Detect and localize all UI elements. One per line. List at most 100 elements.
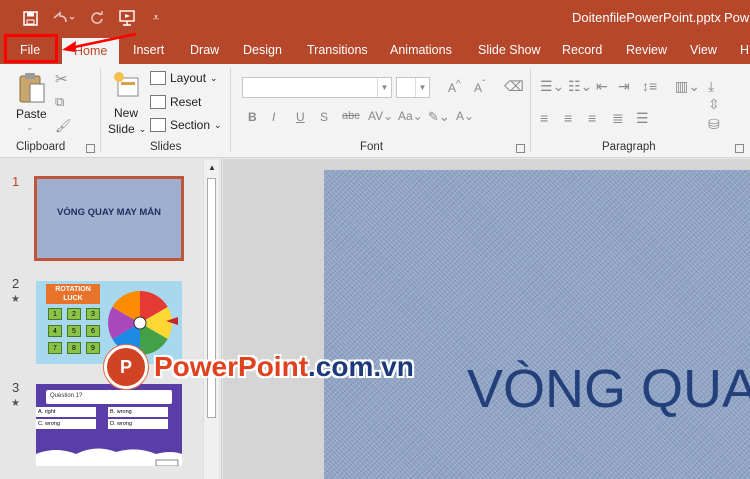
grid-cell: 4: [48, 325, 62, 337]
underline-button[interactable]: U: [296, 110, 305, 124]
tab-animations[interactable]: Animations: [390, 36, 452, 64]
clipboard-group-label: Clipboard: [16, 141, 66, 153]
paste-button[interactable]: Paste: [16, 107, 47, 121]
bullets-icon[interactable]: ☰⌄: [540, 78, 564, 95]
new-slide-label-line1[interactable]: New: [114, 106, 138, 120]
font-size-combo[interactable]: ▼: [396, 77, 430, 98]
line-spacing-icon[interactable]: ↕≡: [642, 78, 657, 94]
paragraph-group-label: Paragraph: [602, 141, 656, 153]
change-case-icon[interactable]: Aa⌄: [398, 109, 423, 123]
grid-cell: 3: [86, 308, 100, 320]
increase-indent-icon[interactable]: ⇥: [618, 78, 630, 95]
grid-cell: 5: [67, 325, 81, 337]
main-slide-title[interactable]: VÒNG QUA: [467, 358, 750, 420]
clear-formatting-icon[interactable]: ⌫: [504, 78, 524, 95]
document-title: DoitenfilePowerPoint.pptx: [572, 10, 721, 25]
align-text-icon[interactable]: ⇳: [708, 96, 720, 113]
slide-thumbnail-1[interactable]: VÒNG QUAY MAY MẮN: [34, 176, 184, 261]
tab-design[interactable]: Design: [243, 36, 282, 64]
new-slide-button[interactable]: Slide ⌄: [108, 122, 146, 136]
slide-3-option-d: D. wrong: [108, 419, 168, 429]
chevron-down-icon: ⌄: [138, 123, 147, 134]
red-arrow-annotation: [62, 32, 137, 52]
decrease-font-size-icon[interactable]: Aˇ: [474, 79, 485, 95]
layout-button[interactable]: Layout ⌄: [150, 71, 218, 85]
justify-icon[interactable]: ≣: [612, 110, 624, 127]
tab-review[interactable]: Review: [626, 36, 667, 64]
start-slideshow-icon[interactable]: [117, 8, 139, 28]
reset-button[interactable]: Reset: [150, 95, 201, 109]
slide-number-2: 2: [12, 276, 20, 291]
section-icon: [150, 118, 166, 132]
align-right-icon[interactable]: ≡: [588, 110, 596, 126]
slide-2-thumb-title: ROTATION LUCK: [46, 284, 100, 304]
paste-dropdown-icon[interactable]: ⌄: [26, 122, 34, 133]
slide-3-question: Question 1?: [46, 390, 172, 404]
slide-number-3: 3: [12, 380, 20, 395]
font-group-label: Font: [360, 141, 384, 153]
number-grid: 1 2 3 4 5 6 7 8 9: [48, 308, 100, 354]
bold-button[interactable]: B: [248, 110, 257, 124]
smartart-icon[interactable]: ⛁: [708, 116, 720, 133]
slide-thumbnail-3[interactable]: Question 1? A. right B. wrong C. wrong D…: [36, 384, 182, 466]
reset-icon: [150, 95, 166, 109]
undo-icon[interactable]: [50, 8, 76, 28]
numbering-icon[interactable]: ☷⌄: [568, 78, 592, 95]
font-launcher-icon[interactable]: [516, 144, 525, 153]
redo-icon[interactable]: [88, 8, 106, 28]
tab-draw[interactable]: Draw: [190, 36, 219, 64]
increase-font-size-icon[interactable]: A^: [448, 79, 461, 95]
chevron-down-icon: ⌄: [210, 72, 218, 83]
tab-slide-show[interactable]: Slide Show: [478, 36, 541, 64]
tab-view[interactable]: View: [690, 36, 717, 64]
chevron-down-icon[interactable]: ▼: [415, 78, 429, 97]
ribbon-home: Paste ⌄ ✂ ⧉ 🖌 Clipboard New Slide ⌄ Layou…: [0, 64, 750, 158]
layout-icon: [150, 71, 166, 85]
grid-cell: 8: [67, 342, 81, 354]
thumbnail-scrollbar[interactable]: ▲: [203, 160, 219, 479]
copy-icon[interactable]: ⧉: [55, 94, 64, 110]
reset-label: Reset: [170, 95, 202, 109]
italic-button[interactable]: I: [272, 110, 275, 124]
paste-icon[interactable]: [18, 72, 46, 106]
section-button[interactable]: Section ⌄: [150, 118, 222, 132]
city-skyline-illustration: [36, 448, 182, 466]
separator: [100, 68, 101, 152]
watermark-brand: PowerPoint: [154, 351, 309, 382]
chevron-down-icon: ⌄: [214, 119, 222, 130]
scroll-up-icon[interactable]: ▲: [204, 160, 220, 176]
watermark-domain: .com.vn: [308, 351, 414, 382]
align-center-icon[interactable]: ≡: [564, 110, 572, 126]
clipboard-launcher-icon[interactable]: [86, 144, 95, 153]
paragraph-launcher-icon[interactable]: [735, 144, 744, 153]
font-color-icon[interactable]: A⌄: [456, 109, 474, 123]
align-left-icon[interactable]: ≡: [540, 110, 548, 126]
text-direction-icon[interactable]: ⤓: [708, 78, 714, 95]
animation-star-icon: ★: [11, 294, 20, 305]
columns-icon[interactable]: ▥⌄: [675, 78, 700, 95]
grid-cell: 6: [86, 325, 100, 337]
slide-3-option-a: A. right: [36, 407, 96, 417]
main-slide[interactable]: VÒNG QUA: [324, 170, 750, 479]
distributed-icon[interactable]: ☰: [636, 110, 649, 127]
highlight-icon[interactable]: ✎⌄: [428, 109, 450, 125]
tab-record[interactable]: Record: [562, 36, 602, 64]
tab-help-partial[interactable]: H: [740, 36, 749, 64]
customize-qat-icon[interactable]: ⩡: [148, 8, 164, 28]
character-spacing-icon[interactable]: AV⌄: [368, 109, 393, 123]
section-label: Section: [170, 118, 211, 132]
slide-3-option-b: B. wrong: [108, 407, 168, 417]
tab-transitions[interactable]: Transitions: [307, 36, 368, 64]
cut-icon[interactable]: ✂: [55, 70, 68, 88]
format-painter-icon[interactable]: 🖌: [55, 118, 72, 134]
text-shadow-button[interactable]: S: [320, 110, 328, 124]
save-icon[interactable]: [20, 8, 40, 28]
chevron-down-icon[interactable]: ▼: [377, 78, 391, 97]
grid-cell: 7: [48, 342, 62, 354]
new-slide-icon[interactable]: [112, 70, 140, 100]
strikethrough-button[interactable]: abc: [342, 110, 360, 122]
separator: [530, 68, 531, 152]
decrease-indent-icon[interactable]: ⇤: [596, 78, 608, 95]
file-tab-highlight: [4, 34, 58, 63]
font-name-combo[interactable]: ▼: [242, 77, 392, 98]
